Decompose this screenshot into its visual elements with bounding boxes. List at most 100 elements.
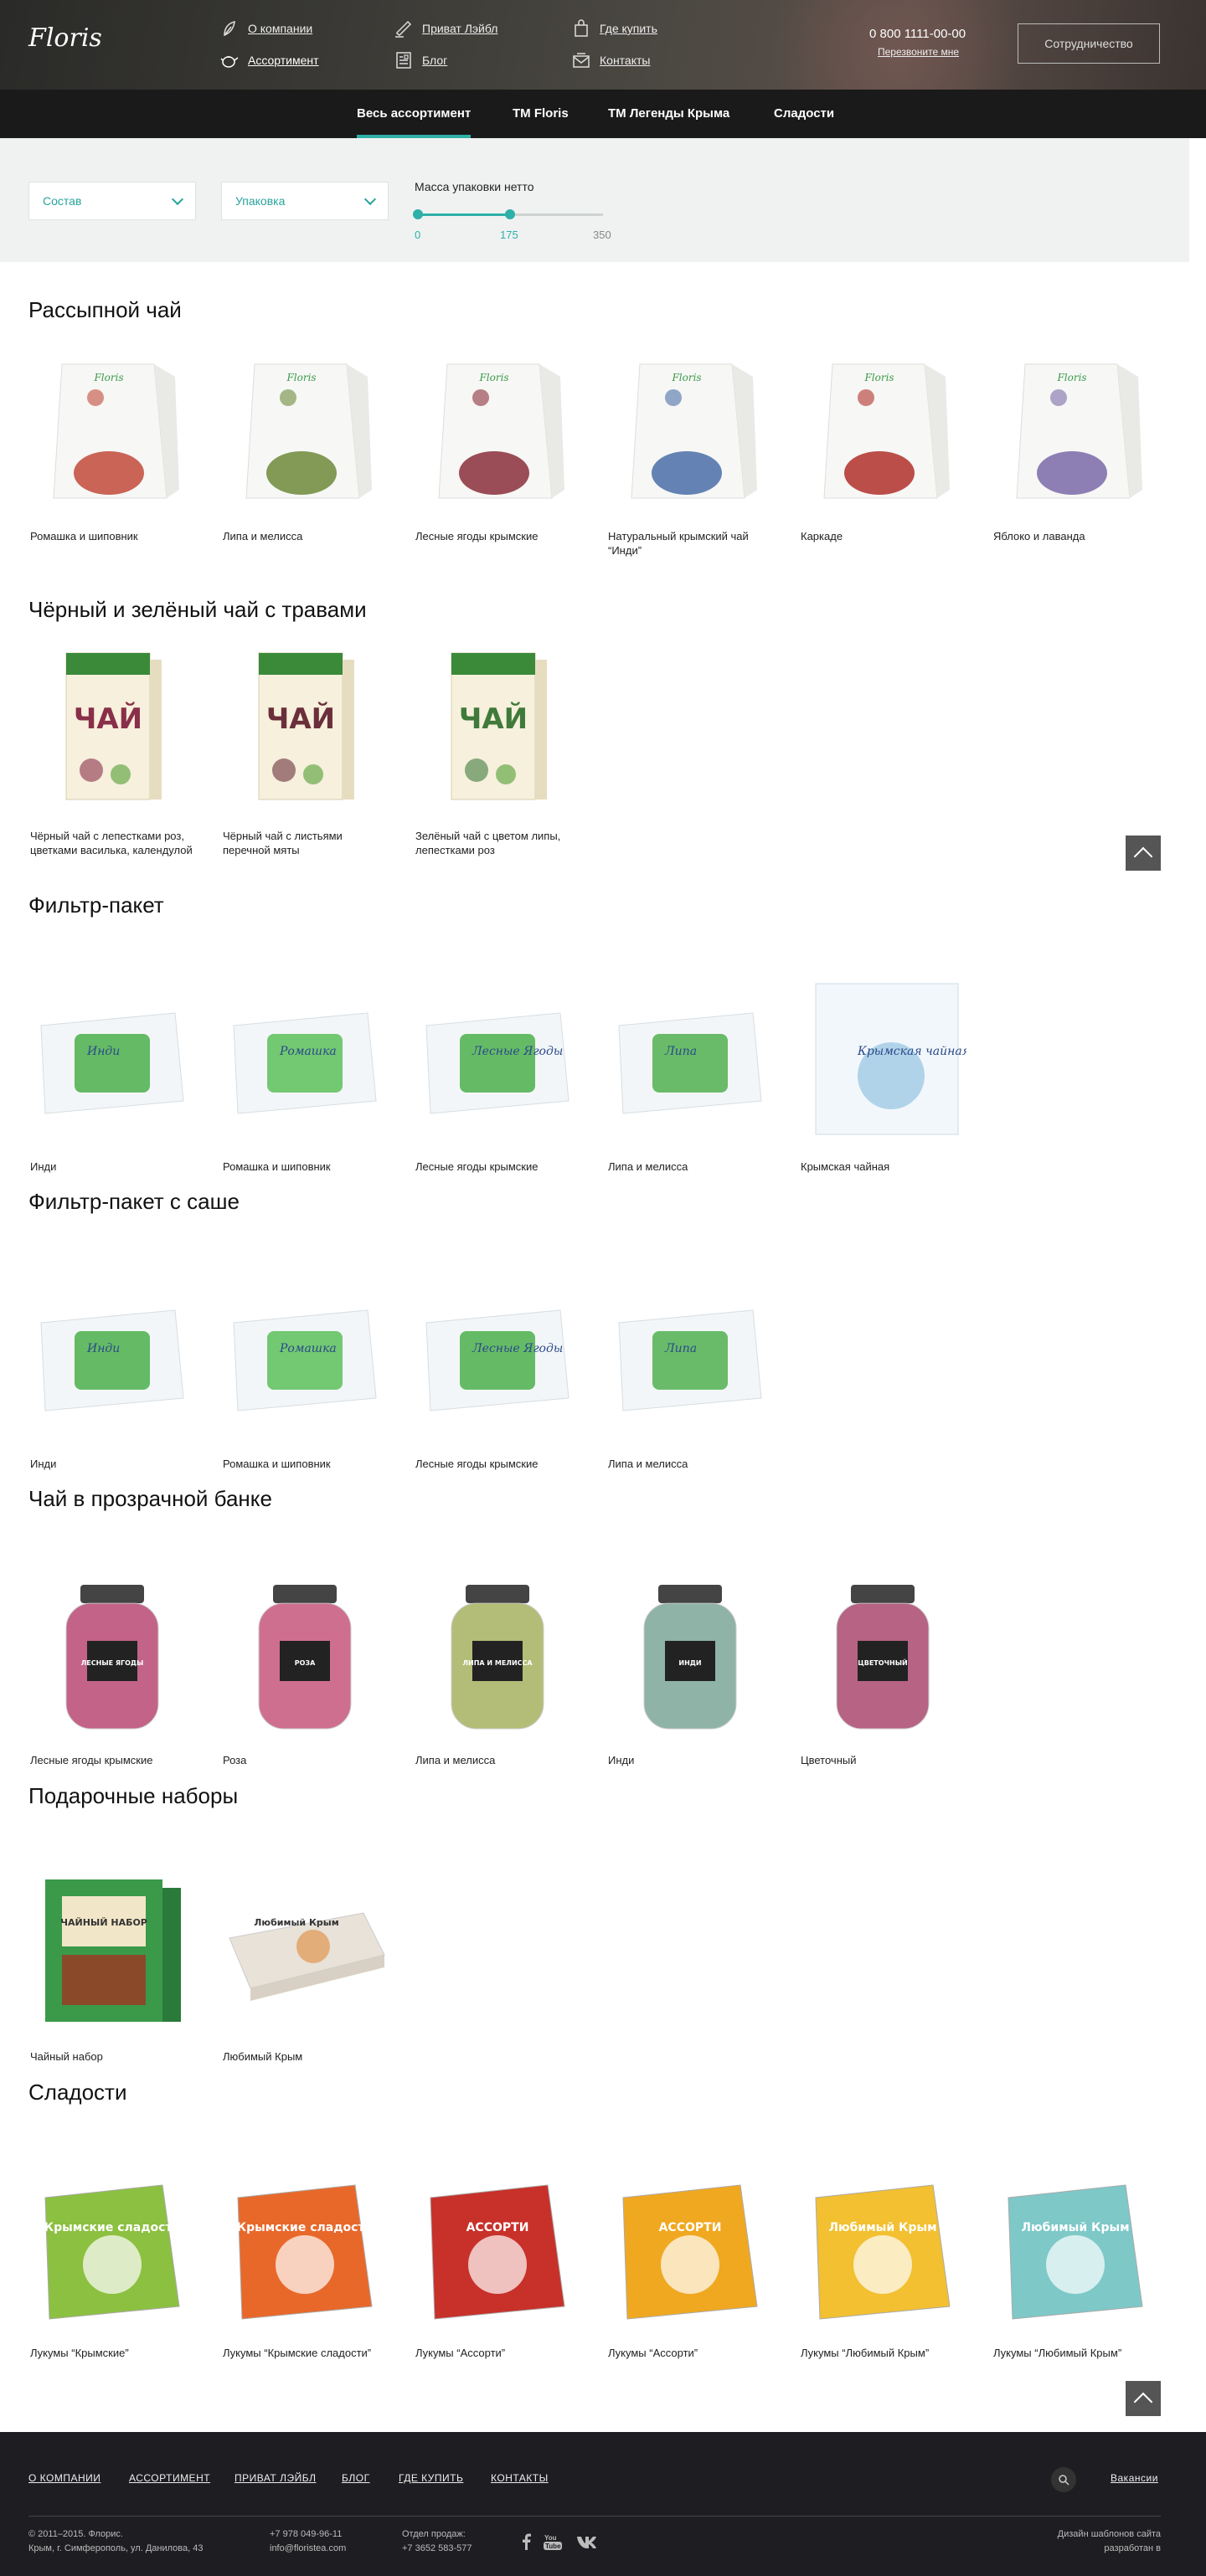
nav-blog[interactable]: Блог [394,50,447,70]
facebook-icon[interactable] [521,2533,531,2550]
product-image[interactable]: ИНДИ [606,1570,774,1741]
product-name[interactable]: Крымская чайная [801,1159,889,1174]
product-name[interactable]: Чёрный чай с листьями перечной мяты [223,829,389,857]
product-image[interactable]: Любимый Крым [221,1863,389,2034]
product-image[interactable]: Floris [992,347,1159,519]
vk-icon[interactable] [576,2535,598,2548]
product-name[interactable]: Ромашка и шиповник [30,529,138,543]
product-name[interactable]: Лукумы “Крымские сладости” [223,2346,371,2360]
product-image[interactable]: Инди [28,1273,196,1444]
footer-link-contacts[interactable]: КОНТАКТЫ [491,2472,549,2484]
product-name[interactable]: Инди [30,1159,56,1174]
mass-slider-value-handle[interactable] [505,209,515,219]
nav-where-to-buy[interactable]: Где купить [571,18,657,39]
product-name[interactable]: Чайный набор [30,2049,103,2064]
nav-assortment[interactable]: Ассортимент [219,50,319,70]
scroll-top-button[interactable] [1126,2381,1161,2416]
footer-link-assortment[interactable]: АССОРТИМЕНТ [129,2472,210,2484]
product-image[interactable]: Лесные Ягоды [414,975,581,1147]
callback-link[interactable]: Перезвоните мне [878,46,959,58]
cooperation-button[interactable]: Сотрудничество [1018,23,1160,64]
svg-text:Инди: Инди [86,1045,120,1058]
product-name[interactable]: Инди [608,1753,634,1767]
product-name[interactable]: Лукумы “Любимый Крым” [993,2346,1121,2360]
product-name[interactable]: Лукумы “Крымские” [30,2346,129,2360]
product-image[interactable]: Лесные Ягоды [414,1273,581,1444]
product-image[interactable]: Ромашка [221,975,389,1147]
product-image[interactable]: Floris [799,347,966,519]
product-image[interactable]: ЧАЙ [28,645,196,816]
footer-link-private-label[interactable]: ПРИВАТ ЛЭЙБЛ [234,2472,316,2484]
composition-select-label: Состав [43,194,82,208]
product-name[interactable]: Лукумы “Ассорти” [415,2346,505,2360]
scroll-top-button[interactable] [1126,836,1161,871]
product-image[interactable]: Floris [414,347,581,519]
address-text: Крым, г. Симферополь, ул. Данилова, 43 [28,2543,204,2553]
product-name[interactable]: Лукумы “Ассорти” [608,2346,698,2360]
footer-link-blog[interactable]: БЛОГ [342,2472,370,2484]
svg-text:Инди: Инди [86,1342,120,1355]
product-name[interactable]: Лесные ягоды крымские [415,1159,539,1174]
product-image[interactable]: Липа [606,1273,774,1444]
product-image[interactable]: Инди [28,975,196,1147]
tab-sweets[interactable]: Сладости [774,90,834,138]
tab-tm-legends-crimea[interactable]: ТМ Легенды Крыма [608,90,729,138]
product-image[interactable]: РОЗА [221,1570,389,1741]
product-name[interactable]: Липа и мелисса [415,1753,495,1767]
tab-tm-floris[interactable]: ТМ Floris [513,90,569,138]
mass-slider-min-handle[interactable] [413,209,423,219]
floris-logo[interactable]: Floris [28,23,102,53]
product-image[interactable]: ЦВЕТОЧНЫЙ [799,1570,966,1741]
product-image[interactable]: Липа [606,975,774,1147]
product-name[interactable]: Любимый Крым [223,2049,302,2064]
packaging-select[interactable]: Упаковка [221,182,389,220]
product-image[interactable]: Крымские сладости [221,2164,389,2336]
product-name[interactable]: Липа и мелисса [223,529,302,543]
product-name[interactable]: Каркаде [801,529,843,543]
footer-link-about[interactable]: О КОМПАНИИ [28,2472,100,2484]
product-name[interactable]: Цветочный [801,1753,857,1767]
tab-all-assortment[interactable]: Весь ассортимент [357,90,472,138]
nav-about[interactable]: О компании [219,18,312,39]
sales-label: Отдел продаж: [402,2529,466,2539]
footer-email[interactable]: info@floristea.com [270,2543,346,2553]
product-name[interactable]: Инди [30,1457,56,1471]
product-name[interactable]: Лесные ягоды крымские [415,1457,539,1471]
product-name[interactable]: Липа и мелисса [608,1457,688,1471]
top-navigation: О компании Приват Лэйбл Где купить Ассор… [219,18,688,77]
product-name[interactable]: Натуральный крымский чай “Инди” [608,529,774,558]
nav-private-label[interactable]: Приват Лэйбл [394,18,497,39]
footer-vacancies-link[interactable]: Вакансии [1111,2472,1158,2484]
product-name[interactable]: Лукумы “Любимый Крым” [801,2346,929,2360]
product-name[interactable]: Ромашка и шиповник [223,1159,331,1174]
product-image[interactable]: АССОРТИ [606,2164,774,2336]
product-name[interactable]: Зелёный чай с цветом липы, лепестками ро… [415,829,581,857]
product-image[interactable]: Floris [221,347,389,519]
product-name[interactable]: Лесные ягоды крымские [30,1753,153,1767]
product-name[interactable]: Ромашка и шиповник [223,1457,331,1471]
footer-link-where-to-buy[interactable]: ГДЕ КУПИТЬ [399,2472,463,2484]
product-image[interactable]: ЧАЙ [414,645,581,816]
product-name[interactable]: Липа и мелисса [608,1159,688,1174]
product-image[interactable]: ЧАЙНЫЙ НАБОР [28,1863,196,2034]
product-image[interactable]: Floris [28,347,196,519]
product-image[interactable]: Крымская чайная [799,975,970,1147]
product-image[interactable]: ЛИПА И МЕЛИССА [414,1570,581,1741]
footer-phone: +7 978 049-96-11 [270,2529,343,2539]
product-image[interactable]: Ромашка [221,1273,389,1444]
footer-search-button[interactable] [1051,2467,1076,2492]
product-image[interactable]: Любимый Крым [799,2164,966,2336]
product-image[interactable]: ЛЕСНЫЕ ЯГОДЫ [28,1570,196,1741]
product-name[interactable]: Чёрный чай с лепестками роз, цветками ва… [30,829,196,857]
product-name[interactable]: Роза [223,1753,246,1767]
product-name[interactable]: Лесные ягоды крымские [415,529,539,543]
product-image[interactable]: Крымские сладости [28,2164,196,2336]
product-image[interactable]: Floris [606,347,774,519]
composition-select[interactable]: Состав [28,182,196,220]
product-image[interactable]: Любимый Крым [992,2164,1159,2336]
nav-contacts[interactable]: Контакты [571,50,650,70]
product-image[interactable]: АССОРТИ [414,2164,581,2336]
youtube-icon[interactable]: YouTube [543,2532,564,2551]
product-name[interactable]: Яблоко и лаванда [993,529,1085,543]
product-image[interactable]: ЧАЙ [221,645,389,816]
